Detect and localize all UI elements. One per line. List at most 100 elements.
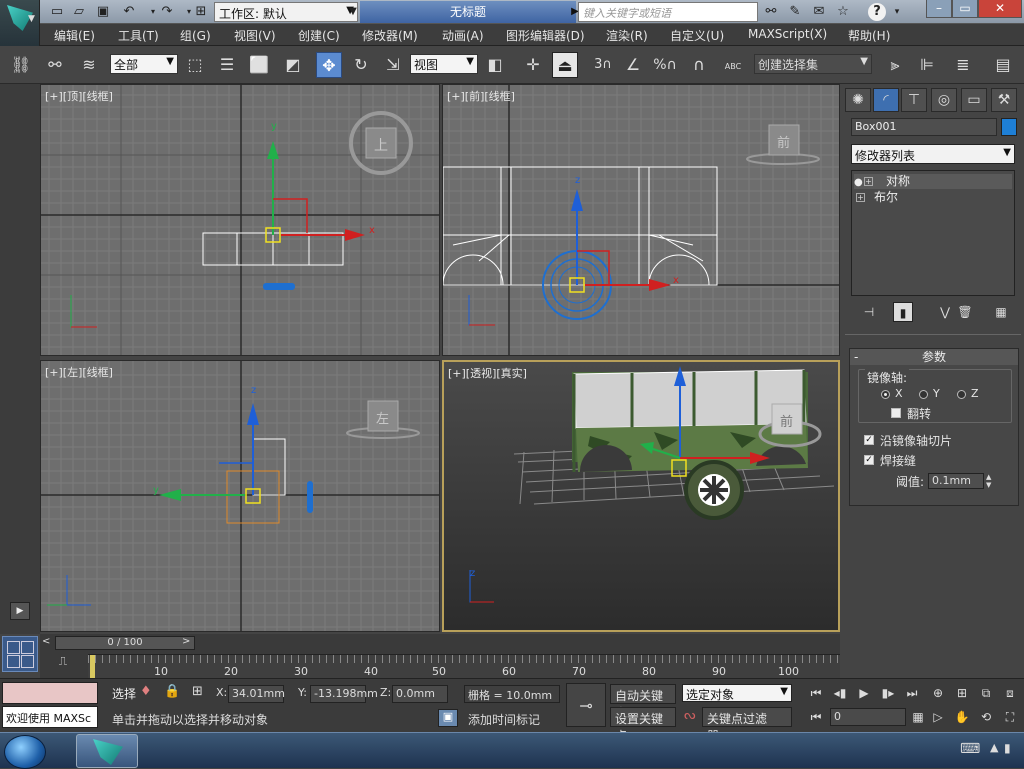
window-crossing-icon[interactable]: ◩ [280,52,306,78]
menu-maxscript[interactable]: MAXScript(X) [748,27,827,41]
help-icon[interactable]: ? [868,3,886,21]
reference-coordinate-dropdown[interactable]: 视图 ▼ [410,54,478,74]
keyboard-icon[interactable]: ⌨ [960,741,980,757]
stack-item-boolean[interactable]: + 布尔 [854,190,1012,205]
start-button[interactable] [4,735,46,769]
favorites-star-icon[interactable]: ☆ [834,3,852,21]
close-button[interactable]: ✕ [978,0,1022,18]
snaps-toggle-icon[interactable]: 3∩ [590,52,616,78]
select-and-rotate-icon[interactable]: ↻ [348,52,374,78]
stack-item-symmetry[interactable]: ● + 对称 [854,174,1012,189]
menu-edit[interactable]: 编辑(E) [54,27,95,44]
set-key-mode-icon[interactable]: ⊸ [566,683,606,727]
binoculars-icon[interactable]: ⚯ [762,3,780,21]
named-selection-dropdown[interactable]: 创建选择集 ▼ [754,54,872,74]
select-and-move-icon[interactable]: ✥ [316,52,342,78]
remove-modifier-icon[interactable]: 🗑 [955,302,975,322]
workspace-dropdown[interactable]: 工作区: 默认 ▼ [214,2,358,22]
maximize-button[interactable]: ▭ [952,0,978,18]
taskbar-app-3dsmax[interactable] [76,734,138,768]
angle-snap-icon[interactable]: ∠ [620,52,646,78]
select-by-name-icon[interactable]: ☰ [214,52,240,78]
time-configuration-icon[interactable]: ▦ [908,707,928,727]
weld-seam-checkbox[interactable]: ✓ [864,455,874,465]
graphite-toolbar-icon[interactable]: ▤ [990,52,1016,78]
curve-editor-icon[interactable]: ⎍ [48,654,78,674]
edit-named-selection-icon[interactable]: ABC [720,52,746,78]
tools-icon[interactable]: ✎ [786,3,804,21]
isolate-icon[interactable]: ♦ [140,684,152,699]
play-icon[interactable]: ▶ [854,683,874,703]
keyboard-shortcut-override-icon[interactable]: ⏏ [552,52,578,78]
menu-help[interactable]: 帮助(H) [848,27,890,44]
create-tab-icon[interactable]: ✺ [845,88,871,112]
key-mode-toggle-icon[interactable]: ⏮ [806,707,826,727]
flip-checkbox[interactable] [891,408,901,418]
minimize-button[interactable]: – [926,0,952,18]
select-and-scale-icon[interactable]: ⇲ [380,52,406,78]
lightbulb-icon[interactable]: ● [854,175,863,190]
timeline-next-icon[interactable]: > [182,636,196,650]
project-folder-icon[interactable]: ⊞ [192,3,210,21]
show-end-result-icon[interactable]: ▮ [893,302,913,322]
maxscript-listener-output[interactable] [2,682,98,704]
time-slider[interactable]: 0 / 100 [55,636,195,650]
key-filter-select-dropdown[interactable]: 选定对象 ▼ [682,684,792,702]
go-to-start-icon[interactable]: ⏮ [806,683,826,703]
viewport-front[interactable]: [+][前][线框] 前 z x [442,84,840,356]
viewport-top[interactable]: [+][顶][线框] 上 y x [40,84,440,356]
bind-space-warp-icon[interactable]: ≋ [76,52,102,78]
menu-group[interactable]: 组(G) [180,27,211,44]
menu-customize[interactable]: 自定义(U) [670,27,724,44]
time-marker[interactable] [90,655,95,679]
time-ruler[interactable]: 10 20 30 40 50 60 70 80 90 100 [88,654,840,679]
add-time-tag-label[interactable]: 添加时间标记 [468,711,540,728]
selection-filter-dropdown[interactable]: 全部 ▼ [110,54,178,74]
mirror-icon[interactable]: ⫸ [882,52,908,78]
absolute-mode-icon[interactable]: ⊞ [192,684,203,699]
lock-icon[interactable]: 🔒 [164,684,180,699]
modify-tab-icon[interactable]: ◜ [873,88,899,112]
viewport-label[interactable]: [+][顶][线框] [45,88,113,104]
communication-icon[interactable]: ✉ [810,3,828,21]
modifier-list-dropdown[interactable]: 修改器列表 ▼ [851,144,1015,164]
expand-panel-button[interactable]: ▶ [10,602,30,620]
menu-tools[interactable]: 工具(T) [118,27,159,44]
viewport-perspective[interactable]: [+][透视][真实] 前 z [442,360,840,632]
radio-y[interactable] [919,390,928,399]
open-file-icon[interactable]: ▱ [70,3,88,21]
auto-key-button[interactable]: 自动关键点 [610,684,676,720]
go-to-end-icon[interactable]: ⏭ [902,683,922,703]
time-tag-icon[interactable]: ▣ [438,709,458,727]
redo-icon[interactable]: ↷ [158,3,176,21]
menu-animation[interactable]: 动画(A) [442,27,484,44]
utilities-tab-icon[interactable]: ⚒ [991,88,1017,112]
app-logo[interactable]: ▼ [0,0,40,46]
link-icon[interactable]: ⛓ [8,52,34,78]
layer-manager-icon[interactable]: ≣ [950,52,976,78]
viewport-label[interactable]: [+][透视][真实] [448,365,527,381]
slice-along-mirror-checkbox[interactable]: ✓ [864,435,874,445]
save-icon[interactable]: ▣ [94,3,112,21]
x-coordinate-field[interactable]: 34.01mm [228,685,285,703]
align-icon[interactable]: ⊫ [914,52,940,78]
radio-x[interactable] [881,390,890,399]
unlink-icon[interactable]: ⚯ [42,52,68,78]
select-object-icon[interactable]: ⬚ [182,52,208,78]
menu-graph-editors[interactable]: 图形编辑器(D) [506,27,585,44]
object-name-field[interactable]: Box001 [851,118,997,136]
current-frame-field[interactable]: 0 [830,708,906,726]
configure-modifier-sets-icon[interactable]: ▦ [991,302,1011,322]
expand-icon[interactable]: + [864,177,873,186]
menu-modifiers[interactable]: 修改器(M) [362,27,418,44]
hierarchy-tab-icon[interactable]: ⊤ [901,88,927,112]
motion-tab-icon[interactable]: ◎ [931,88,957,112]
viewport-layout-icon[interactable] [2,636,38,672]
tray-arrow-icon[interactable]: ▲ [990,741,998,754]
make-unique-icon[interactable]: ⋁ [935,302,955,322]
menu-views[interactable]: 视图(V) [234,27,276,44]
expand-icon[interactable]: + [856,193,865,202]
spinner-snap-icon[interactable]: ∩ [686,52,712,78]
display-tab-icon[interactable]: ▭ [961,88,987,112]
viewport-label[interactable]: [+][左][线框] [45,364,113,380]
